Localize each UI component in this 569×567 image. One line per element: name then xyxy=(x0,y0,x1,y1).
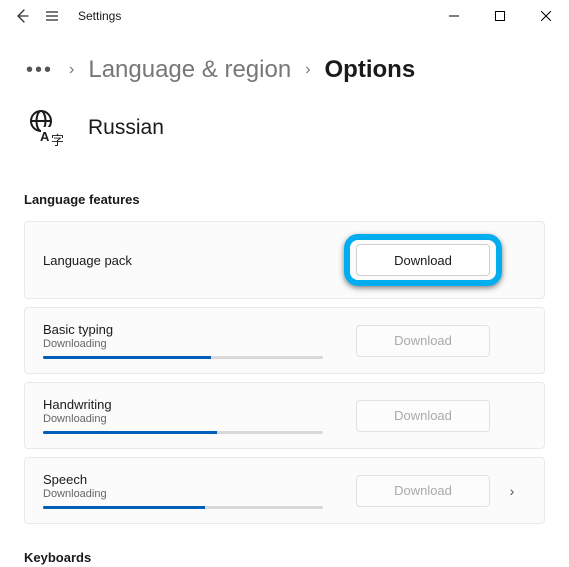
feature-body: HandwritingDownloading xyxy=(43,397,356,434)
feature-card: Language packDownload xyxy=(24,221,545,299)
feature-status: Downloading xyxy=(43,488,356,500)
breadcrumb: ••• › Language & region › Options xyxy=(24,56,545,84)
feature-title: Speech xyxy=(43,472,356,487)
chevron-right-icon[interactable]: › xyxy=(498,483,526,499)
feature-status: Downloading xyxy=(43,338,356,350)
section-title-features: Language features xyxy=(24,192,545,207)
svg-text:字: 字 xyxy=(51,133,64,148)
section-title-keyboards: Keyboards xyxy=(24,550,545,565)
download-button[interactable]: Download xyxy=(356,244,490,276)
feature-title: Language pack xyxy=(43,253,356,268)
feature-card: HandwritingDownloadingDownload xyxy=(24,382,545,449)
svg-text:A: A xyxy=(40,129,50,144)
close-button[interactable] xyxy=(523,0,569,32)
chevron-right-icon: › xyxy=(69,61,74,79)
maximize-button[interactable] xyxy=(477,0,523,32)
feature-status: Downloading xyxy=(43,413,356,425)
download-button: Download xyxy=(356,400,490,432)
breadcrumb-parent[interactable]: Language & region xyxy=(88,56,291,84)
feature-body: Language pack xyxy=(43,253,356,268)
progress-bar xyxy=(43,506,323,509)
app-title: Settings xyxy=(78,9,121,23)
feature-card: Basic typingDownloadingDownload xyxy=(24,307,545,374)
menu-button[interactable] xyxy=(44,8,60,24)
progress-bar xyxy=(43,356,323,359)
feature-body: Basic typingDownloading xyxy=(43,322,356,359)
feature-card: SpeechDownloadingDownload › xyxy=(24,457,545,524)
breadcrumb-ellipsis[interactable]: ••• xyxy=(24,59,55,82)
back-button[interactable] xyxy=(14,8,30,24)
language-icon: A 字 xyxy=(24,106,68,150)
chevron-right-icon: › xyxy=(305,61,310,79)
feature-title: Handwriting xyxy=(43,397,356,412)
titlebar: Settings xyxy=(0,0,569,32)
page-title: Russian xyxy=(88,116,164,140)
progress-bar xyxy=(43,431,323,434)
download-button: Download xyxy=(356,475,490,507)
feature-body: SpeechDownloading xyxy=(43,472,356,509)
minimize-button[interactable] xyxy=(431,0,477,32)
breadcrumb-current: Options xyxy=(325,56,416,84)
download-button: Download xyxy=(356,325,490,357)
feature-title: Basic typing xyxy=(43,322,356,337)
